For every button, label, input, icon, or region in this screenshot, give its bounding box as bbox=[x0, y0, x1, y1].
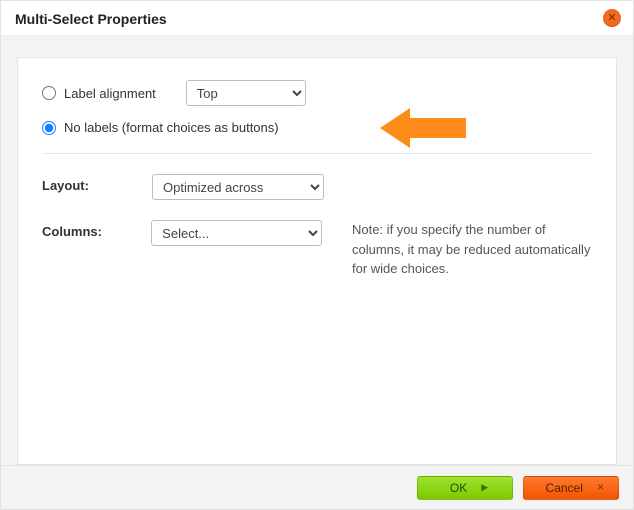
columns-label: Columns: bbox=[42, 220, 151, 239]
radio-no-labels-input[interactable] bbox=[42, 121, 56, 135]
radio-row-no-labels: No labels (format choices as buttons) bbox=[42, 120, 592, 135]
dialog-footer: OK ▶ Cancel ✕ bbox=[1, 465, 633, 509]
arrow-left-icon bbox=[380, 106, 466, 150]
callout-arrow bbox=[380, 106, 466, 150]
row-layout: Layout: Optimized across bbox=[42, 174, 592, 200]
dialog-title: Multi-Select Properties bbox=[15, 11, 167, 27]
close-icon: ✕ bbox=[607, 12, 616, 24]
play-icon: ▶ bbox=[481, 482, 488, 493]
radio-no-labels-text: No labels (format choices as buttons) bbox=[64, 120, 279, 135]
titlebar: Multi-Select Properties ✕ bbox=[1, 1, 633, 35]
ok-button[interactable]: OK ▶ bbox=[417, 476, 513, 500]
cancel-button-label: Cancel bbox=[546, 481, 583, 495]
multi-select-properties-dialog: Multi-Select Properties ✕ Label alignmen… bbox=[0, 0, 634, 510]
radio-label-alignment-text: Label alignment bbox=[64, 86, 156, 101]
radio-row-label-alignment: Label alignment Top bbox=[42, 80, 592, 106]
radio-label-alignment[interactable]: Label alignment bbox=[42, 86, 156, 101]
layout-label: Layout: bbox=[42, 174, 152, 193]
alignment-select[interactable]: Top bbox=[186, 80, 306, 106]
dialog-panel: Label alignment Top No labels (format ch… bbox=[17, 57, 617, 465]
columns-note: Note: if you specify the number of colum… bbox=[352, 220, 592, 279]
ok-button-label: OK bbox=[450, 481, 467, 495]
x-icon: ✕ bbox=[597, 482, 605, 493]
row-columns: Columns: Select... Note: if you specify … bbox=[42, 220, 592, 279]
layout-select[interactable]: Optimized across bbox=[152, 174, 324, 200]
columns-select[interactable]: Select... bbox=[151, 220, 322, 246]
radio-label-alignment-input[interactable] bbox=[42, 86, 56, 100]
close-button[interactable]: ✕ bbox=[603, 9, 621, 27]
section-divider bbox=[42, 153, 592, 154]
cancel-button[interactable]: Cancel ✕ bbox=[523, 476, 619, 500]
dialog-body-outer: Label alignment Top No labels (format ch… bbox=[1, 35, 633, 465]
radio-no-labels[interactable]: No labels (format choices as buttons) bbox=[42, 120, 279, 135]
